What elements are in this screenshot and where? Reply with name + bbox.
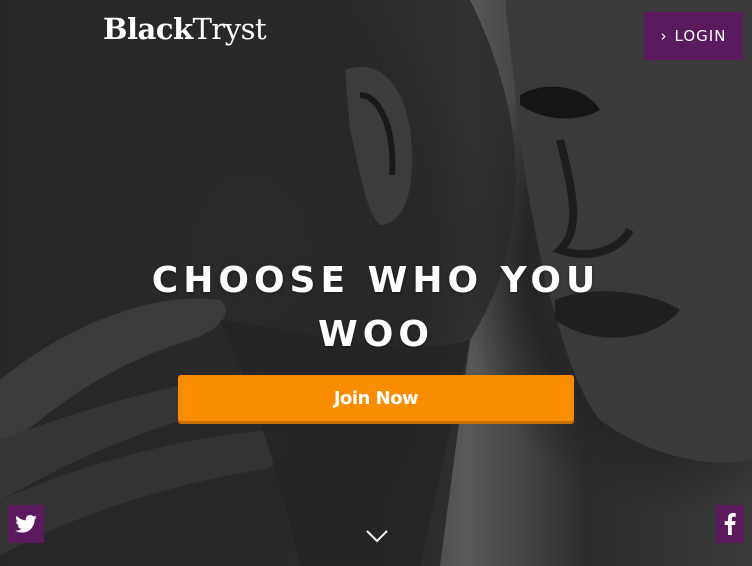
chevron-right-icon: › <box>660 27 668 45</box>
join-now-button[interactable]: Join Now <box>178 375 574 421</box>
facebook-icon <box>724 513 736 535</box>
twitter-button[interactable] <box>8 505 44 543</box>
landing-page: BlackTryst › LOGIN CHOOSE WHO YOU WOO Jo… <box>0 0 752 566</box>
twitter-icon <box>15 515 37 533</box>
facebook-button[interactable] <box>716 505 744 543</box>
chevron-down-icon[interactable] <box>364 526 390 546</box>
brand-logo-part2: Tryst <box>192 12 267 46</box>
brand-logo-part1: Black <box>103 12 193 46</box>
hero-headline: CHOOSE WHO YOU WOO <box>151 260 601 355</box>
login-button[interactable]: › LOGIN <box>644 12 743 60</box>
login-button-label: LOGIN <box>674 27 727 45</box>
brand-logo[interactable]: BlackTryst <box>103 12 267 46</box>
